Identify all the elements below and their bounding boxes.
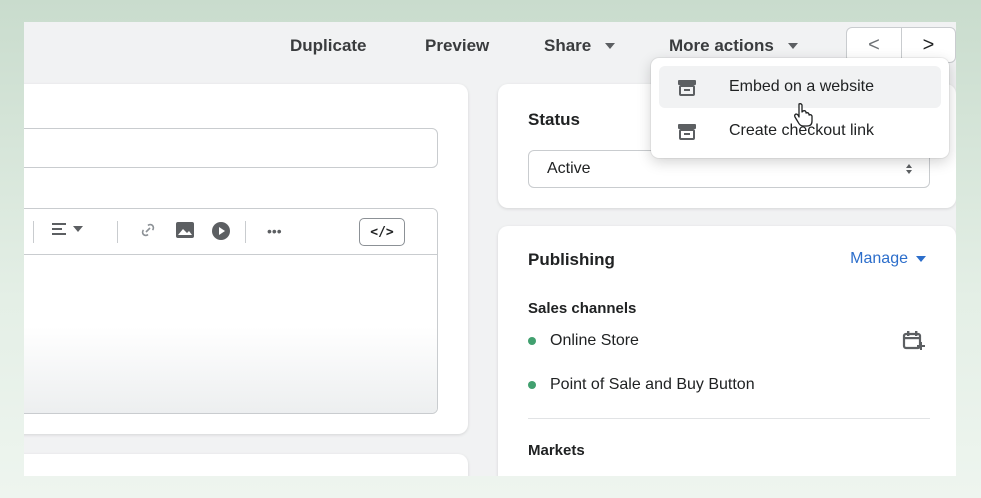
code-icon: </> (370, 224, 394, 240)
status-value: Active (547, 160, 591, 177)
align-dropdown[interactable] (51, 221, 83, 237)
duplicate-button[interactable]: Duplicate (290, 34, 367, 58)
chevron-left-icon: < (868, 33, 880, 56)
publishing-title: Publishing (528, 250, 615, 269)
schedule-calendar-icon[interactable] (902, 330, 926, 352)
preview-label: Preview (425, 36, 490, 55)
insert-image-button[interactable] (175, 221, 195, 239)
chevron-down-icon (605, 43, 616, 49)
previous-button[interactable]: < (847, 28, 901, 62)
app-screen: Duplicate Preview Share More actions < > (24, 22, 956, 476)
checkout-link-icon (678, 124, 696, 140)
embed-icon (678, 80, 696, 96)
duplicate-label: Duplicate (290, 36, 367, 55)
editor-toolbar: ••• </> (24, 209, 437, 255)
product-details-card: ••• </> (24, 84, 468, 434)
insert-link-button[interactable] (139, 221, 157, 239)
description-editor: ••• </> (24, 208, 438, 414)
menu-item-label: Embed on a website (729, 78, 874, 95)
manage-button[interactable]: Manage (850, 250, 926, 268)
publishing-card: Publishing Manage Sales channels Online … (498, 226, 956, 476)
hand-cursor-icon (794, 103, 813, 127)
media-card (24, 454, 468, 476)
editor-content-area[interactable] (24, 255, 437, 413)
toolbar-divider (245, 221, 246, 243)
toolbar-divider (33, 221, 34, 243)
channel-item: Online Store (528, 332, 639, 350)
divider (528, 418, 930, 419)
chevron-down-icon (787, 43, 798, 49)
active-dot-icon (528, 337, 536, 345)
active-dot-icon (528, 381, 536, 389)
ellipsis-icon: ••• (267, 223, 282, 239)
channel-label: Online Store (550, 332, 639, 349)
preview-button[interactable]: Preview (425, 34, 489, 58)
more-actions-label: More actions (669, 36, 774, 55)
share-label: Share (544, 36, 592, 55)
toolbar-divider (117, 221, 118, 243)
more-options-button[interactable]: ••• (267, 223, 282, 239)
select-arrows-icon (906, 164, 912, 174)
next-button[interactable]: > (900, 28, 955, 62)
link-icon (141, 223, 155, 237)
manage-label: Manage (850, 250, 908, 267)
channel-item: Point of Sale and Buy Button (528, 376, 755, 394)
chevron-down-icon (73, 226, 83, 232)
title-input[interactable] (24, 128, 438, 168)
show-html-button[interactable]: </> (359, 218, 405, 246)
markets-heading: Markets (528, 442, 585, 459)
status-title: Status (528, 110, 580, 129)
image-icon (176, 222, 194, 238)
more-actions-button[interactable]: More actions (669, 34, 798, 58)
insert-video-button[interactable] (211, 221, 231, 241)
sales-channels-heading: Sales channels (528, 300, 637, 317)
share-button[interactable]: Share (544, 34, 616, 58)
channel-label: Point of Sale and Buy Button (550, 376, 755, 393)
video-play-icon (212, 222, 230, 240)
chevron-down-icon (916, 256, 926, 262)
chevron-right-icon: > (922, 33, 935, 56)
align-left-icon (52, 223, 66, 235)
